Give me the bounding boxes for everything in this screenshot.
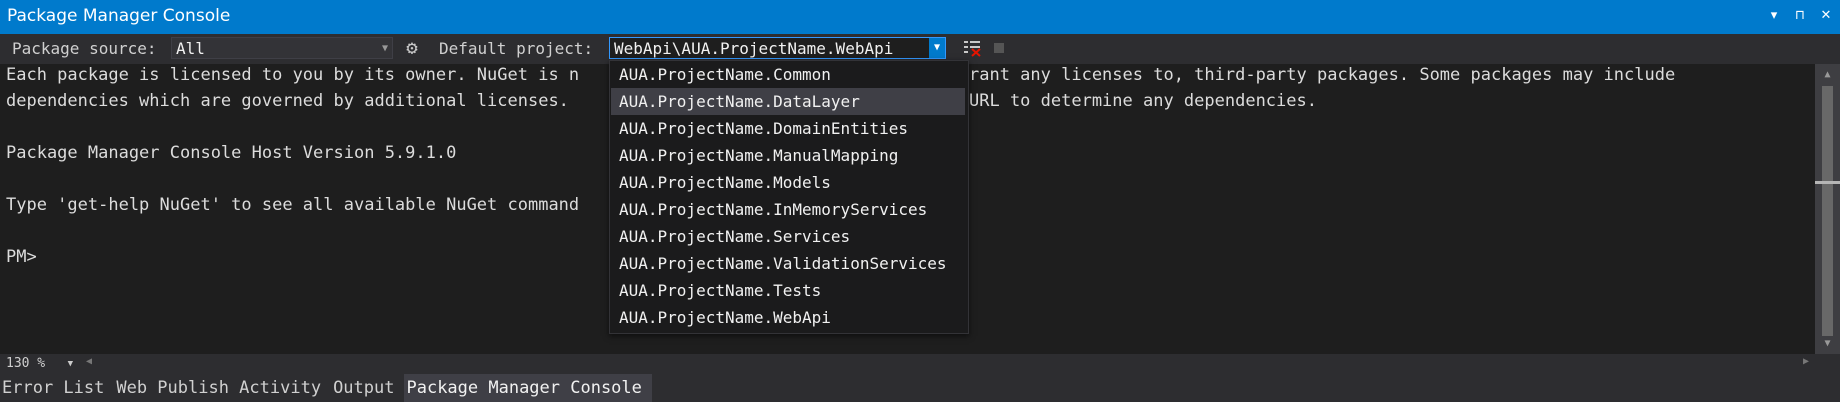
scroll-up-icon[interactable]: ▲ [1815, 69, 1840, 80]
dropdown-item[interactable]: AUA.ProjectName.Tests [611, 277, 965, 304]
gear-icon[interactable]: ⚙ [402, 37, 422, 59]
dropdown-item[interactable]: AUA.ProjectName.Services [611, 223, 965, 250]
console-line: Package Manager Console Host Version 5.9… [6, 143, 457, 163]
stop-icon[interactable] [994, 43, 1004, 53]
zoom-combo[interactable]: 130 % ▼ [2, 355, 76, 373]
tab-error-list[interactable]: Error List [0, 374, 114, 402]
console-prompt: PM> [6, 247, 37, 267]
auto-hide-pin-icon[interactable]: ⊓ [1792, 8, 1808, 23]
title-bar: Package Manager Console ▾ ⊓ ✕ [0, 0, 1840, 34]
package-source-value: All [176, 39, 205, 58]
console-line: rant any licenses to, third-party packag… [969, 65, 1676, 85]
dropdown-item[interactable]: AUA.ProjectName.WebApi [611, 304, 965, 331]
window-title: Package Manager Console [7, 6, 231, 26]
console-line: Each package is licensed to you by its o… [6, 65, 580, 85]
console-line: URL to determine any dependencies. [969, 91, 1317, 111]
dropdown-item[interactable]: AUA.ProjectName.ValidationServices [611, 250, 965, 277]
dropdown-item-selected[interactable]: AUA.ProjectName.DataLayer [611, 88, 965, 115]
chevron-down-icon: ▼ [381, 43, 388, 54]
tab-output[interactable]: Output [331, 374, 404, 402]
vertical-scrollbar[interactable]: ▲ ▼ [1815, 64, 1840, 354]
dropdown-item[interactable]: AUA.ProjectName.DomainEntities [611, 115, 965, 142]
zoom-value: 130 % [6, 356, 46, 371]
tab-package-manager-console[interactable]: Package Manager Console [404, 374, 652, 402]
tab-web-publish-activity[interactable]: Web Publish Activity [114, 374, 331, 402]
package-source-combo[interactable]: All ▼ [171, 37, 393, 59]
package-manager-console-window: Package Manager Console ▾ ⊓ ✕ Package so… [0, 0, 1840, 402]
dropdown-item[interactable]: AUA.ProjectName.Models [611, 169, 965, 196]
horizontal-scrollbar[interactable]: ◀ ▶ [80, 355, 1815, 373]
default-project-dropdown-list: AUA.ProjectName.Common AUA.ProjectName.D… [609, 60, 969, 334]
scroll-right-icon[interactable]: ▶ [1803, 356, 1809, 367]
clear-console-icon[interactable] [963, 39, 981, 57]
scroll-down-icon[interactable]: ▼ [1815, 338, 1840, 349]
chevron-down-icon[interactable]: ▼ [929, 38, 945, 58]
dropdown-item[interactable]: AUA.ProjectName.Common [611, 61, 965, 88]
scroll-left-icon[interactable]: ◀ [86, 356, 92, 367]
default-project-combo[interactable]: WebApi\AUA.ProjectName.WebApi ▼ [609, 37, 946, 59]
dropdown-item[interactable]: AUA.ProjectName.ManualMapping [611, 142, 965, 169]
default-project-label: Default project: [439, 39, 594, 58]
console-line: Type 'get-help NuGet' to see all availab… [6, 195, 580, 215]
close-icon[interactable]: ✕ [1818, 8, 1834, 23]
title-buttons: ▾ ⊓ ✕ [1766, 8, 1834, 23]
zoom-row: 130 % ▼ ◀ ▶ [0, 354, 1840, 374]
tool-window-tabs: Error List Web Publish Activity Output P… [0, 374, 1840, 402]
window-position-icon[interactable]: ▾ [1766, 8, 1782, 23]
chevron-down-icon: ▼ [67, 359, 73, 369]
scrollbar-thumb[interactable] [1822, 86, 1833, 336]
default-project-value: WebApi\AUA.ProjectName.WebApi [614, 39, 894, 58]
package-source-label: Package source: [12, 39, 157, 58]
console-line: dependencies which are governed by addit… [6, 91, 569, 111]
scroll-position-marker [1815, 181, 1840, 184]
dropdown-item[interactable]: AUA.ProjectName.InMemoryServices [611, 196, 965, 223]
